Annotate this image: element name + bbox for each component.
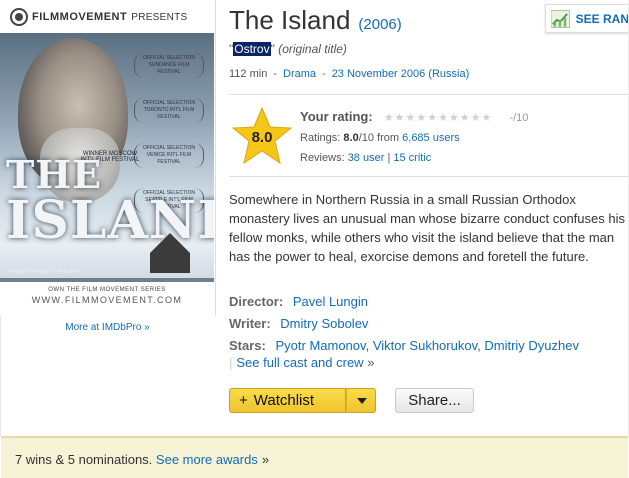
your-rating-stars[interactable]: ★★★★★★★★★★: [384, 112, 493, 124]
ratings-row: Ratings: 8.0/10 from 6,685 users: [300, 128, 528, 148]
panel-border: [0, 316, 1, 436]
your-rating-label: Your rating:: [300, 109, 373, 124]
brand-suffix: PRESENTS: [131, 11, 188, 23]
see-full-cast-link[interactable]: See full cast and crew: [236, 355, 363, 370]
more-at-imdbpro-link[interactable]: More at IMDbPro »: [0, 322, 215, 333]
poster-footer: OWN THE FILM MOVEMENT SERIES WWW.FILMMOV…: [0, 282, 214, 316]
rating-block: Your rating: ★★★★★★★★★★ -/10 Ratings: 8.…: [300, 107, 528, 168]
watchlist-dropdown-button[interactable]: [346, 388, 376, 413]
original-title-label: (original title): [278, 42, 347, 56]
director-label: Director:: [229, 294, 284, 309]
poster-title: THE ISLAND: [6, 153, 214, 247]
rating-star-badge: 8.0: [230, 106, 294, 166]
plus-icon: +: [239, 392, 248, 409]
star-link-1[interactable]: Pyotr Mamonov: [275, 338, 365, 353]
runtime: 112 min: [229, 68, 268, 80]
brand-name: FILMMOVEMENT: [32, 11, 128, 23]
stars-row: Stars: Pyotr Mamonov, Viktor Sukhorukov,…: [229, 338, 579, 353]
original-title: "Ostrov" (original title): [229, 42, 347, 56]
orig-quote-close: ": [270, 42, 275, 56]
user-reviews-link[interactable]: 38 user: [348, 152, 385, 164]
chart-icon: [551, 9, 570, 28]
poster-series: OWN THE FILM MOVEMENT SERIES: [48, 287, 166, 293]
watchlist-label: Watchlist: [253, 392, 315, 409]
release-date-link[interactable]: 23 November 2006 (Russia): [332, 68, 470, 80]
see-ranking-button[interactable]: SEE RAN: [545, 4, 629, 33]
see-more-awards-link[interactable]: See more awards: [156, 452, 258, 467]
divider: [229, 94, 629, 95]
writer-row: Writer: Dmitry Sobolev: [229, 316, 368, 331]
your-rating-row: Your rating: ★★★★★★★★★★ -/10: [300, 107, 528, 128]
poster-title-island: ISLAND: [6, 190, 214, 251]
awards-bar: 7 wins & 5 nominations. See more awards»: [1, 436, 628, 478]
film-movement-icon: [10, 8, 28, 26]
meta-sep-2: -: [322, 68, 326, 80]
critic-reviews-link[interactable]: 15 critic: [393, 152, 431, 164]
page-title: The Island: [229, 5, 351, 35]
star-link-3[interactable]: Dmitriy Dyuzhev: [484, 338, 579, 353]
poster-image[interactable]: OFFICIAL SELECTION SUNDANCE FILM FESTIVA…: [0, 33, 214, 316]
original-title-selected[interactable]: Ostrov: [233, 42, 271, 56]
star-comma-2: ,: [477, 338, 481, 353]
ratings-value: 8.0: [343, 132, 359, 144]
awards-chevron: »: [261, 452, 270, 467]
ratings-label: Ratings:: [300, 132, 341, 144]
rating-score: 8.0: [251, 129, 273, 146]
plot-description: Somewhere in Northern Russia in a small …: [229, 192, 625, 264]
writer-link[interactable]: Dmitry Sobolev: [280, 316, 368, 331]
laurel-2: OFFICIAL SELECTION TORONTO INT'L FILM FE…: [134, 98, 204, 123]
see-full-cast-row: | See full cast and crew »: [229, 355, 374, 370]
see-ranking-label: SEE RAN: [575, 11, 629, 26]
writer-label: Writer:: [229, 316, 271, 331]
reviews-row: Reviews: 38 user | 15 critic: [300, 148, 528, 168]
year-link[interactable]: (2006): [358, 16, 401, 33]
poster-url: WWW.FILMMOVEMENT.COM: [31, 295, 183, 305]
poster[interactable]: FILMMOVEMENT PRESENTS OFFICIAL SELECTION…: [0, 0, 216, 316]
film-movement-logo: FILMMOVEMENT PRESENTS: [10, 7, 188, 27]
reviews-sep: |: [387, 152, 391, 164]
watchlist-button[interactable]: + Watchlist: [229, 388, 346, 413]
share-button[interactable]: Share...: [395, 388, 474, 413]
director-link[interactable]: Pavel Lungin: [293, 294, 368, 309]
star-comma-1: ,: [365, 338, 370, 353]
poster-director-credit: A FILM BY PAVEL LOUNGUINE: [8, 269, 80, 275]
your-rating-value: -/10: [509, 112, 529, 124]
see-full-bar: |: [229, 355, 233, 370]
see-full-chevron: »: [367, 355, 375, 370]
star-link-2[interactable]: Viktor Sukhorukov: [373, 338, 477, 353]
ratings-users-link[interactable]: 6,685 users: [402, 132, 459, 144]
divider: [229, 176, 629, 177]
title-row: The Island (2006): [229, 5, 402, 37]
title-meta: 112 min - Drama -23 November 2006 (Russia): [229, 68, 469, 80]
director-row: Director: Pavel Lungin: [229, 294, 368, 309]
meta-sep-1: -: [273, 68, 277, 80]
reviews-label: Reviews:: [300, 152, 345, 164]
awards-text: 7 wins & 5 nominations.: [15, 452, 153, 467]
ratings-scale: /10 from: [358, 132, 400, 144]
stars-label: Stars:: [229, 338, 266, 353]
laurel-1: OFFICIAL SELECTION SUNDANCE FILM FESTIVA…: [134, 53, 204, 78]
genre-link[interactable]: Drama: [283, 68, 316, 80]
